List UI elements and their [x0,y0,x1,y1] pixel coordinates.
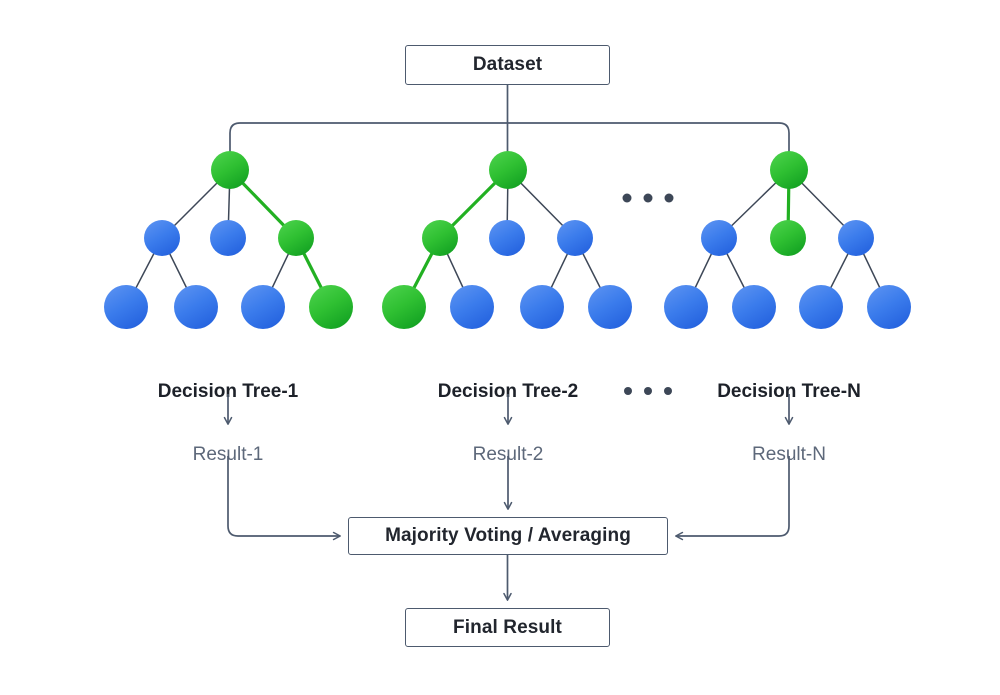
tree-3-node-leaf-2 [799,285,843,329]
connector-result3-to-voting [675,456,790,541]
tree-3-node-mid-2 [838,220,874,256]
tree-2-node-mid-1 [489,220,525,256]
tree-1-node-mid-0 [144,220,180,256]
tree-3-node-mid-0 [701,220,737,256]
tree-to-result-arrows [223,394,794,425]
connector-dataset-to-tree3 [507,122,794,171]
tree-3-node-leaf-3 [867,285,911,329]
tree-2-node-mid-2 [557,220,593,256]
tree-1-node-root [211,151,249,189]
connector-result1-to-voting [227,456,341,541]
random-forest-diagram: Dataset Majority Voting / Averaging Fina… [0,0,1000,695]
tree-2-node-leaf-3 [588,285,632,329]
connector-dataset-to-tree1 [225,122,508,171]
tree-2 [382,151,632,329]
tree-3-node-root [770,151,808,189]
tree-2-node-mid-0 [422,220,458,256]
tree-1-node-leaf-2 [241,285,285,329]
tree-2-node-leaf-1 [450,285,494,329]
tree-2-node-leaf-2 [520,285,564,329]
decision-trees-group [104,151,911,329]
tree-3-node-mid-1 [770,220,806,256]
tree-3-node-leaf-1 [732,285,776,329]
tree-1-node-mid-2 [278,220,314,256]
tree-3 [664,151,911,329]
tree-2-node-root [489,151,527,189]
tree-2-nodes [382,151,632,329]
tree-1-node-mid-1 [210,220,246,256]
tree-2-node-leaf-0 [382,285,426,329]
result-to-voting-connectors [227,456,790,541]
tree-1-node-leaf-0 [104,285,148,329]
diagram-svg-layer [104,85,911,601]
tree-1-node-leaf-1 [174,285,218,329]
tree-1-node-leaf-3 [309,285,353,329]
tree-1-nodes [104,151,353,329]
tree-3-nodes [664,151,911,329]
tree-3-node-leaf-0 [664,285,708,329]
tree-1 [104,151,353,329]
